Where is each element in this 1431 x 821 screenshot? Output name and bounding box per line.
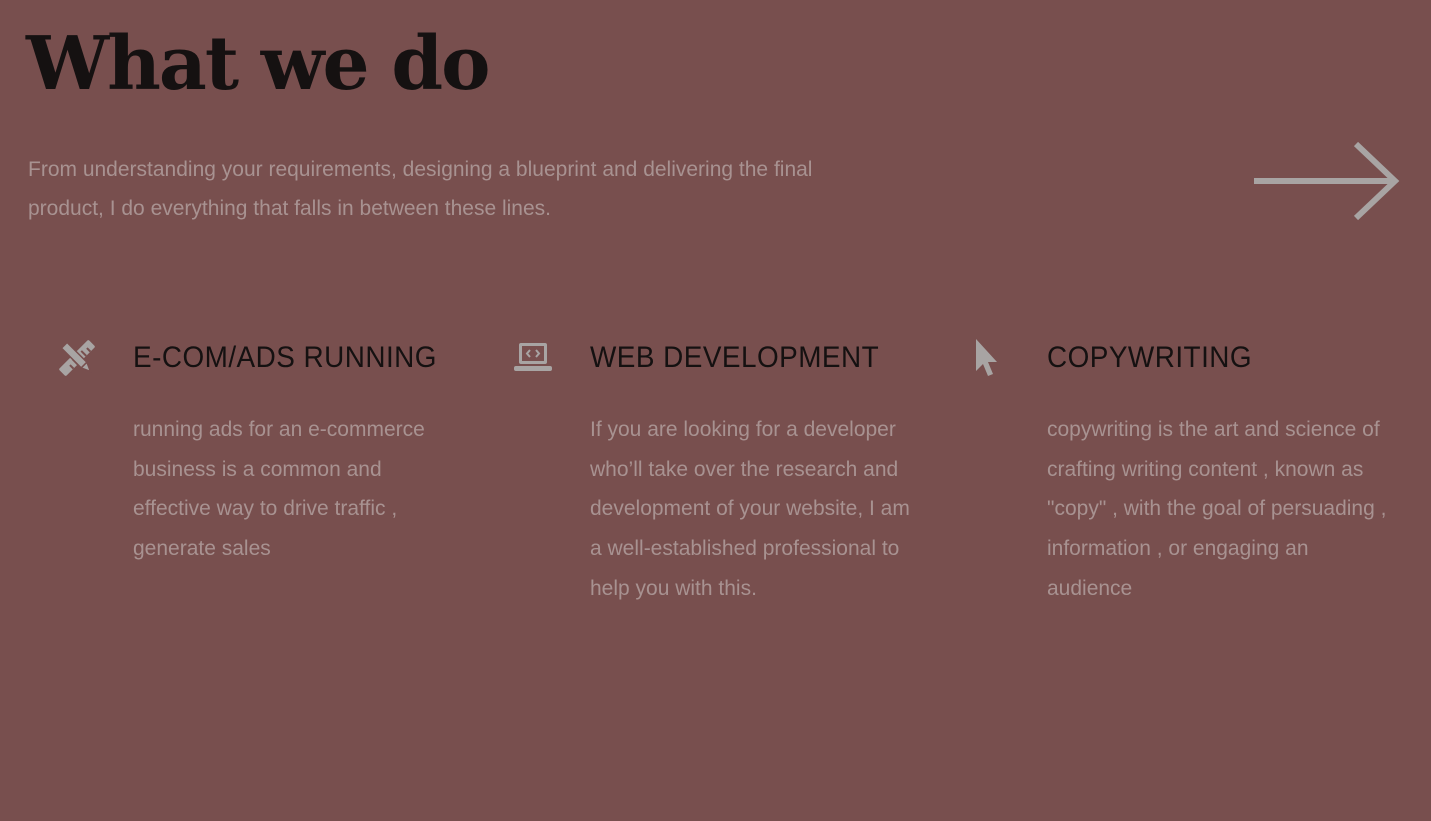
pencil-ruler-icon bbox=[55, 336, 99, 380]
what-we-do-section: What we do From understanding your requi… bbox=[0, 0, 1431, 821]
service-title: E-COM/ADS RUNNING bbox=[133, 341, 437, 374]
service-item-copywriting: COPYWRITING copywriting is the art and s… bbox=[914, 330, 1386, 660]
services-list: E-COM/ADS RUNNING running ads for an e-c… bbox=[0, 330, 1431, 670]
section-title: What we do bbox=[26, 21, 490, 107]
section-intro: From understanding your requirements, de… bbox=[28, 158, 813, 220]
service-description: If you are looking for a developer who’l… bbox=[590, 418, 910, 600]
arrow-right-svg bbox=[1254, 141, 1400, 221]
service-item-web-development: WEB DEVELOPMENT If you are looking for a… bbox=[457, 330, 910, 660]
mouse-pointer-icon bbox=[968, 336, 1004, 380]
arrow-right-icon[interactable] bbox=[1252, 140, 1402, 224]
service-item-ecom-ads: E-COM/ADS RUNNING running ads for an e-c… bbox=[0, 330, 436, 660]
service-description: copywriting is the art and science of cr… bbox=[1047, 418, 1387, 600]
service-title: WEB DEVELOPMENT bbox=[590, 341, 880, 374]
service-title: COPYWRITING bbox=[1047, 341, 1253, 374]
laptop-code-icon bbox=[511, 336, 555, 380]
service-description: running ads for an e-commerce business i… bbox=[133, 418, 425, 561]
